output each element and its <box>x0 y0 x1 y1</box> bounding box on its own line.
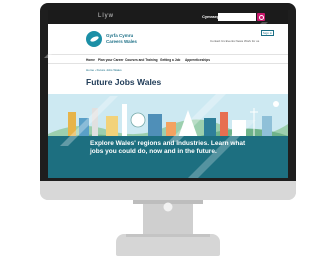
brand-logo-icon[interactable] <box>86 31 102 47</box>
site-header: Gyrfa Cymru Careers Wales Sign in Contac… <box>48 24 288 54</box>
monitor-bezel: Llyw Cymraeg Gyrfa Cymru Careers Wales S… <box>40 3 296 181</box>
brand-name-welsh[interactable]: Gyrfa Cymru <box>106 33 133 38</box>
monitor-stand-base <box>116 234 220 256</box>
gov-wales-logo[interactable]: Llyw <box>98 13 114 19</box>
page-title: Future Jobs Wales <box>86 77 162 87</box>
utility-links[interactable]: Contact Us Events News Work for us <box>210 39 259 43</box>
nav-item-plan-career[interactable]: Plan your Career <box>98 58 124 62</box>
monitor: Llyw Cymraeg Gyrfa Cymru Careers Wales S… <box>40 3 296 200</box>
nav-item-home[interactable]: Home <box>86 58 95 62</box>
top-bar: Llyw Cymraeg <box>48 10 288 24</box>
search-icon[interactable] <box>257 13 265 21</box>
language-link[interactable]: Cymraeg <box>202 14 219 19</box>
nav-item-getting-job[interactable]: Getting a Job <box>160 58 180 62</box>
monitor-chin <box>40 181 296 200</box>
hero-intro-text: Explore Wales' regions and industries. L… <box>90 140 246 155</box>
sign-in-button[interactable]: Sign in <box>261 30 274 36</box>
search-input[interactable] <box>218 13 256 21</box>
main-nav: Home Plan your Career Courses and Traini… <box>48 54 288 64</box>
nav-item-courses[interactable]: Courses and Training <box>125 58 158 62</box>
hero-banner: Explore Wales' regions and industries. L… <box>48 94 288 178</box>
nav-item-apprenticeships[interactable]: Apprenticeships <box>185 58 210 62</box>
breadcrumb[interactable]: Home › Future Jobs Wales <box>86 68 122 72</box>
monitor-stand-neck <box>133 200 203 236</box>
screen: Llyw Cymraeg Gyrfa Cymru Careers Wales S… <box>48 10 288 178</box>
brand-name-english[interactable]: Careers Wales <box>106 39 137 44</box>
